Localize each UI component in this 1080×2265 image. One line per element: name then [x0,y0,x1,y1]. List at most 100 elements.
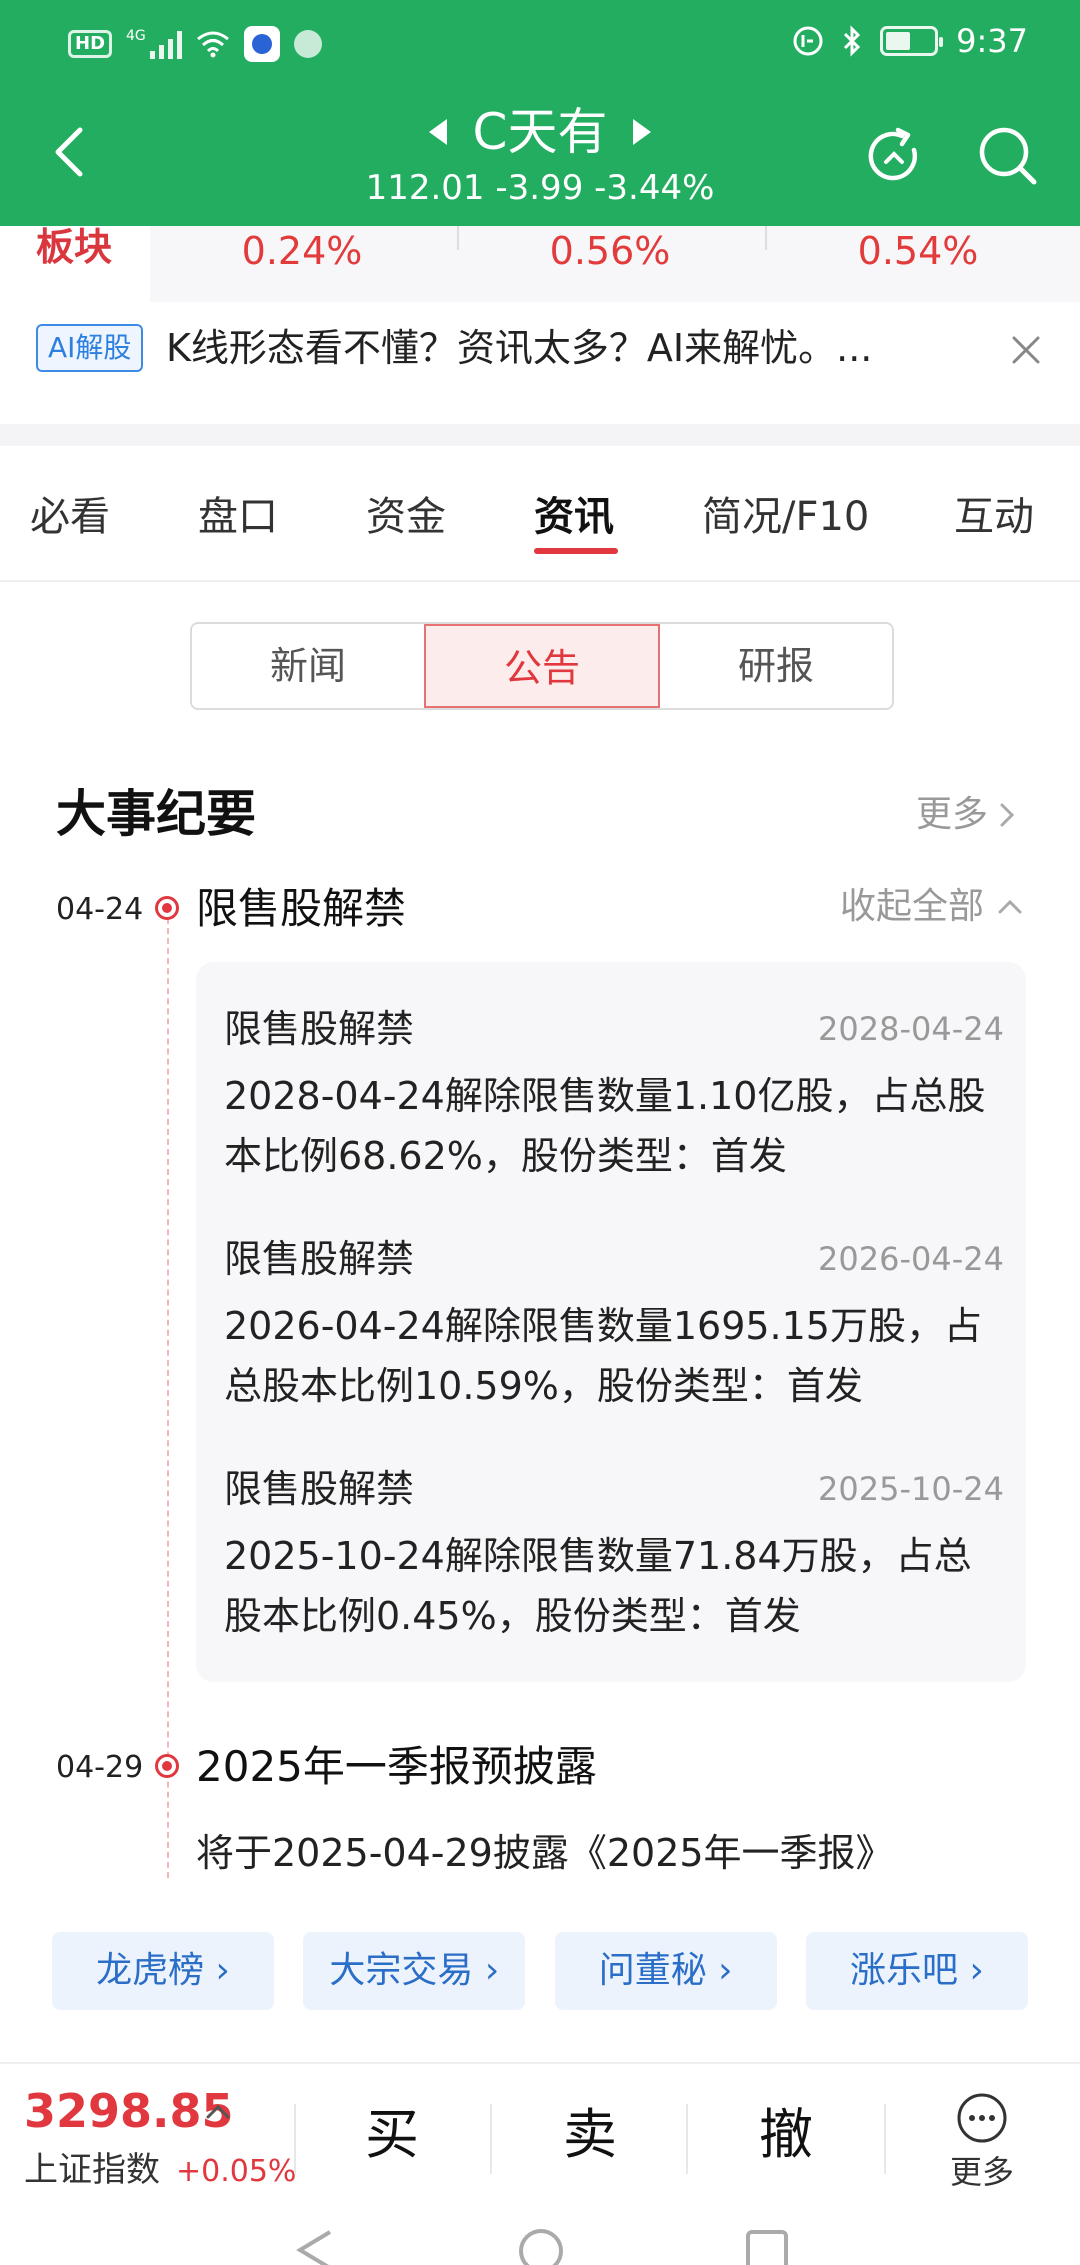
chevron-right-icon [1000,803,1015,827]
wifi-icon [196,31,229,58]
item-title: 限售股解禁 [224,1007,415,1051]
news-type-segmented-control: 新闻 公告 研报 [190,622,894,710]
sector-divider [765,226,767,250]
event-date: 04-24 [56,892,144,927]
refresh-icon[interactable] [862,124,926,188]
events-more-link[interactable]: 更多 [916,792,1016,838]
events-section-title: 大事纪要 [56,785,256,843]
sector-value-2: 0.56% [549,229,671,273]
next-stock-icon[interactable] [633,119,652,145]
event-date: 04-29 [56,1750,144,1785]
event-description: 将于2025-04-29披露《2025年一季报》 [196,1831,894,1875]
baidu-app-notification-icon [243,26,280,62]
list-item[interactable]: 限售股解禁 2025-10-24 2025-10-24解除限售数量71.84万股… [224,1464,1004,1646]
link-forum[interactable]: 涨乐吧 › [805,1932,1028,2010]
sector-strip[interactable]: 板块 0.24% 0.56% 0.54% [0,225,1080,302]
item-date: 2028-04-24 [818,1010,1004,1048]
status-time: 9:37 [956,22,1028,60]
stock-name: C天有 [472,103,608,161]
index-change: +0.05% [176,2154,297,2189]
link-block-trade[interactable]: 大宗交易 › [303,1932,526,2010]
battery-icon [880,26,944,56]
buy-button[interactable]: 买 [332,2100,452,2170]
chevron-up-icon [998,899,1022,914]
link-dragon-tiger-list[interactable]: 龙虎榜 › [52,1932,274,2010]
timeline-dot-icon [155,1754,179,1778]
tab-profile-f10[interactable]: 简况/F10 [702,490,869,544]
chevron-up-icon [206,2104,230,2119]
ai-badge: AI解股 [36,324,144,372]
nav-recents-icon[interactable] [744,2228,790,2265]
back-arrow-icon[interactable] [44,124,100,180]
sell-button[interactable]: 卖 [530,2100,650,2170]
tab-must-see[interactable]: 必看 [30,490,110,544]
event-title[interactable]: 2025年一季报预披露 [196,1740,597,1794]
quick-links: 龙虎榜 › 大宗交易 › 问董秘 › 涨乐吧 › [52,1932,1028,2010]
tab-order-book[interactable]: 盘口 [198,490,278,544]
item-date: 2025-10-24 [818,1470,1004,1508]
close-icon[interactable] [1006,330,1046,370]
tab-interaction[interactable]: 互动 [954,490,1034,544]
sector-value-1: 0.24% [241,229,363,273]
event-title[interactable]: 限售股解禁 [196,882,406,936]
main-tabs: 必看 盘口 资金 资讯 简况/F10 互动 [0,446,1080,582]
collapse-all-button[interactable]: 收起全部 [840,884,1024,930]
list-item[interactable]: 限售股解禁 2028-04-24 2028-04-24解除限售数量1.10亿股，… [224,1004,1004,1186]
more-label: 更多 [949,2153,1014,2191]
sound-notification-icon [293,30,322,58]
divider [884,2104,886,2174]
active-tab-indicator [534,548,618,554]
ai-banner[interactable]: AI解股 K线形态看不懂？资讯太多？AI来解忧。... [0,306,1080,416]
network-type-label: 4G [126,28,146,44]
item-title: 限售股解禁 [224,1237,415,1281]
sector-divider [457,226,459,250]
hd-badge: HD [68,30,113,58]
status-bar: HD 4G 9:37 [0,0,1080,92]
event-detail-card: 限售股解禁 2028-04-24 2028-04-24解除限售数量1.10亿股，… [196,962,1026,1682]
divider [686,2104,688,2174]
call-status-icon [793,26,823,56]
ai-banner-text[interactable]: K线形态看不懂？资讯太多？AI来解忧。... [166,322,872,374]
segment-announcements[interactable]: 公告 [424,624,660,708]
timeline-dot-icon [155,896,179,920]
bluetooth-icon [844,25,861,57]
collapse-all-label: 收起全部 [839,886,984,927]
item-description: 2028-04-24解除限售数量1.10亿股，占总股本比例68.62%，股份类型… [224,1074,986,1178]
cancel-order-button[interactable]: 撤 [726,2100,846,2170]
bottom-trade-bar: 3298.85 上证指数 +0.05% 买 卖 撤 更多 [0,2062,1080,2202]
section-gap [0,424,1080,446]
link-label: 大宗交易 [329,1950,474,1991]
link-ask-secretary[interactable]: 问董秘 › [554,1932,777,2010]
index-value: 3298.85 [24,2084,234,2138]
item-description: 2025-10-24解除限售数量71.84万股，占总股本比例0.45%，股份类型… [224,1534,972,1638]
segment-research[interactable]: 研报 [660,624,892,708]
cellular-signal-icon: 4G [126,29,182,59]
stock-title-block: C天有 112.01 -3.99 -3.44% [280,100,800,210]
link-label: 问董秘 [598,1950,707,1991]
stock-quote: 112.01 -3.99 -3.44% [365,168,715,208]
sector-label: 板块 [36,225,113,269]
app-header: HD 4G 9:37 C天有 112.01 -3.99 -3.44% [0,0,1080,226]
link-label: 龙虎榜 [96,1950,205,1991]
more-menu-button[interactable]: 更多 [932,2092,1032,2192]
index-name: 上证指数 [24,2150,160,2190]
link-label: 涨乐吧 [850,1950,959,1991]
nav-back-icon[interactable] [292,2228,340,2265]
timeline-line [167,918,169,1878]
previous-stock-icon[interactable] [428,119,447,145]
sector-value-3: 0.54% [857,229,979,273]
system-navigation-bar [0,2202,1080,2265]
divider [490,2104,492,2174]
more-dots-icon [957,2093,1007,2143]
tab-funds[interactable]: 资金 [366,490,446,544]
list-item[interactable]: 限售股解禁 2026-04-24 2026-04-24解除限售数量1695.15… [224,1234,1004,1416]
tab-news[interactable]: 资讯 [534,490,614,544]
item-description: 2026-04-24解除限售数量1695.15万股，占总股本比例10.59%，股… [224,1304,982,1408]
divider [294,2104,296,2174]
nav-home-icon[interactable] [516,2226,566,2265]
search-icon[interactable] [976,124,1040,188]
segment-news[interactable]: 新闻 [192,624,424,708]
item-date: 2026-04-24 [818,1240,1004,1278]
item-title: 限售股解禁 [224,1467,415,1511]
more-label: 更多 [915,794,988,835]
